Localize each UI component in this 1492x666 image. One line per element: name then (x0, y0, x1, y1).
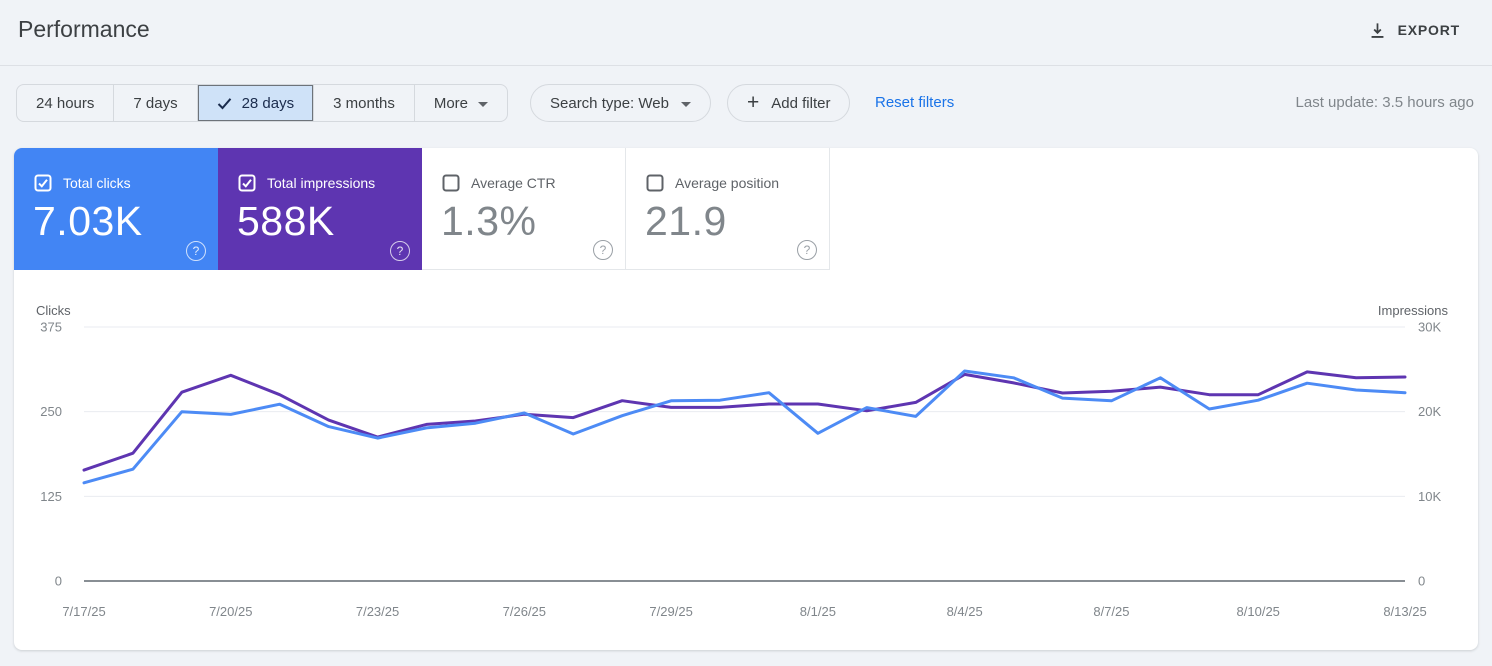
performance-chart[interactable]: Clicks Impressions375250125030K20K10K07/1… (14, 270, 1478, 650)
performance-page: Performance EXPORT 24 hours 7 days 28 da… (0, 0, 1492, 666)
left-axis-tick: 0 (55, 574, 62, 589)
x-axis-label: 8/7/25 (1093, 604, 1129, 619)
metric-label: Average CTR (471, 175, 556, 191)
x-axis-label: 8/4/25 (947, 604, 983, 619)
download-icon (1368, 21, 1387, 40)
date-range-more[interactable]: More (413, 85, 507, 121)
page-title: Performance (18, 16, 150, 42)
right-axis-tick: 0 (1418, 574, 1425, 589)
date-range-24-hours[interactable]: 24 hours (17, 85, 113, 121)
date-range-3-months[interactable]: 3 months (313, 85, 414, 121)
left-axis-tick: 125 (40, 489, 62, 504)
right-axis-title: Impressions (1378, 303, 1449, 318)
export-button[interactable]: EXPORT (1362, 14, 1466, 46)
x-axis-label: 7/23/25 (356, 604, 399, 619)
metric-card-total-impressions[interactable]: Total impressions 588K ? (218, 148, 422, 270)
clicks-line (82, 369, 1407, 485)
metric-value: 7.03K (33, 198, 143, 244)
x-axis-label: 7/26/25 (503, 604, 546, 619)
metric-label: Total clicks (63, 175, 131, 191)
date-range-label: 3 months (333, 94, 395, 112)
checkbox-checked-icon[interactable] (238, 174, 256, 192)
chevron-down-icon (478, 101, 489, 107)
help-icon[interactable]: ? (593, 240, 613, 260)
plus-icon: + (747, 90, 760, 114)
right-axis-tick: 20K (1418, 404, 1441, 419)
help-icon[interactable]: ? (186, 241, 206, 261)
metric-card-average-position[interactable]: Average position 21.9 ? (626, 148, 830, 270)
date-range-label: 24 hours (36, 94, 95, 112)
right-axis-tick: 30K (1418, 320, 1441, 335)
impressions-line (82, 370, 1407, 472)
x-axis-label: 8/1/25 (800, 604, 836, 619)
metric-card-total-clicks[interactable]: Total clicks 7.03K ? (14, 148, 218, 270)
header-divider (0, 65, 1492, 66)
checkmark-icon (217, 97, 232, 110)
date-range-group: 24 hours 7 days 28 days 3 months More (16, 84, 509, 122)
left-axis-tick: 375 (40, 320, 62, 335)
date-range-28-days[interactable]: 28 days (196, 85, 314, 121)
x-axis-label: 7/17/25 (62, 604, 105, 619)
right-axis-tick: 10K (1418, 489, 1441, 504)
metric-value: 21.9 (645, 198, 727, 244)
export-label: EXPORT (1397, 22, 1460, 38)
add-filter-button[interactable]: + Add filter (727, 84, 851, 122)
checkbox-unchecked-icon[interactable] (442, 174, 460, 192)
metric-card-average-ctr[interactable]: Average CTR 1.3% ? (422, 148, 626, 270)
reset-filters-link[interactable]: Reset filters (875, 94, 954, 111)
checkbox-checked-icon[interactable] (34, 174, 52, 192)
date-range-label: More (433, 94, 469, 112)
last-update-text: Last update: 3.5 hours ago (1295, 94, 1474, 111)
left-axis-tick: 250 (40, 404, 62, 419)
metric-label: Average position (675, 175, 780, 191)
search-type-dropdown[interactable]: Search type: Web (530, 84, 711, 122)
x-axis-label: 8/13/25 (1383, 604, 1426, 619)
performance-panel: Total clicks 7.03K ? Total impressions 5… (14, 148, 1478, 650)
metric-value: 1.3% (441, 198, 537, 244)
left-axis-title: Clicks (36, 303, 71, 318)
date-range-7-days[interactable]: 7 days (113, 85, 196, 121)
x-axis-label: 8/10/25 (1237, 604, 1280, 619)
search-type-label: Search type: Web (550, 94, 669, 112)
x-axis-label: 7/20/25 (209, 604, 252, 619)
date-range-label: 7 days (133, 94, 178, 112)
help-icon[interactable]: ? (390, 241, 410, 261)
metric-value: 588K (237, 198, 335, 244)
help-icon[interactable]: ? (797, 240, 817, 260)
metric-label: Total impressions (267, 175, 376, 191)
x-axis-label: 7/29/25 (649, 604, 692, 619)
add-filter-label: Add filter (771, 94, 831, 112)
date-range-label: 28 days (241, 94, 295, 112)
checkbox-unchecked-icon[interactable] (646, 174, 664, 192)
chevron-down-icon (680, 101, 691, 107)
